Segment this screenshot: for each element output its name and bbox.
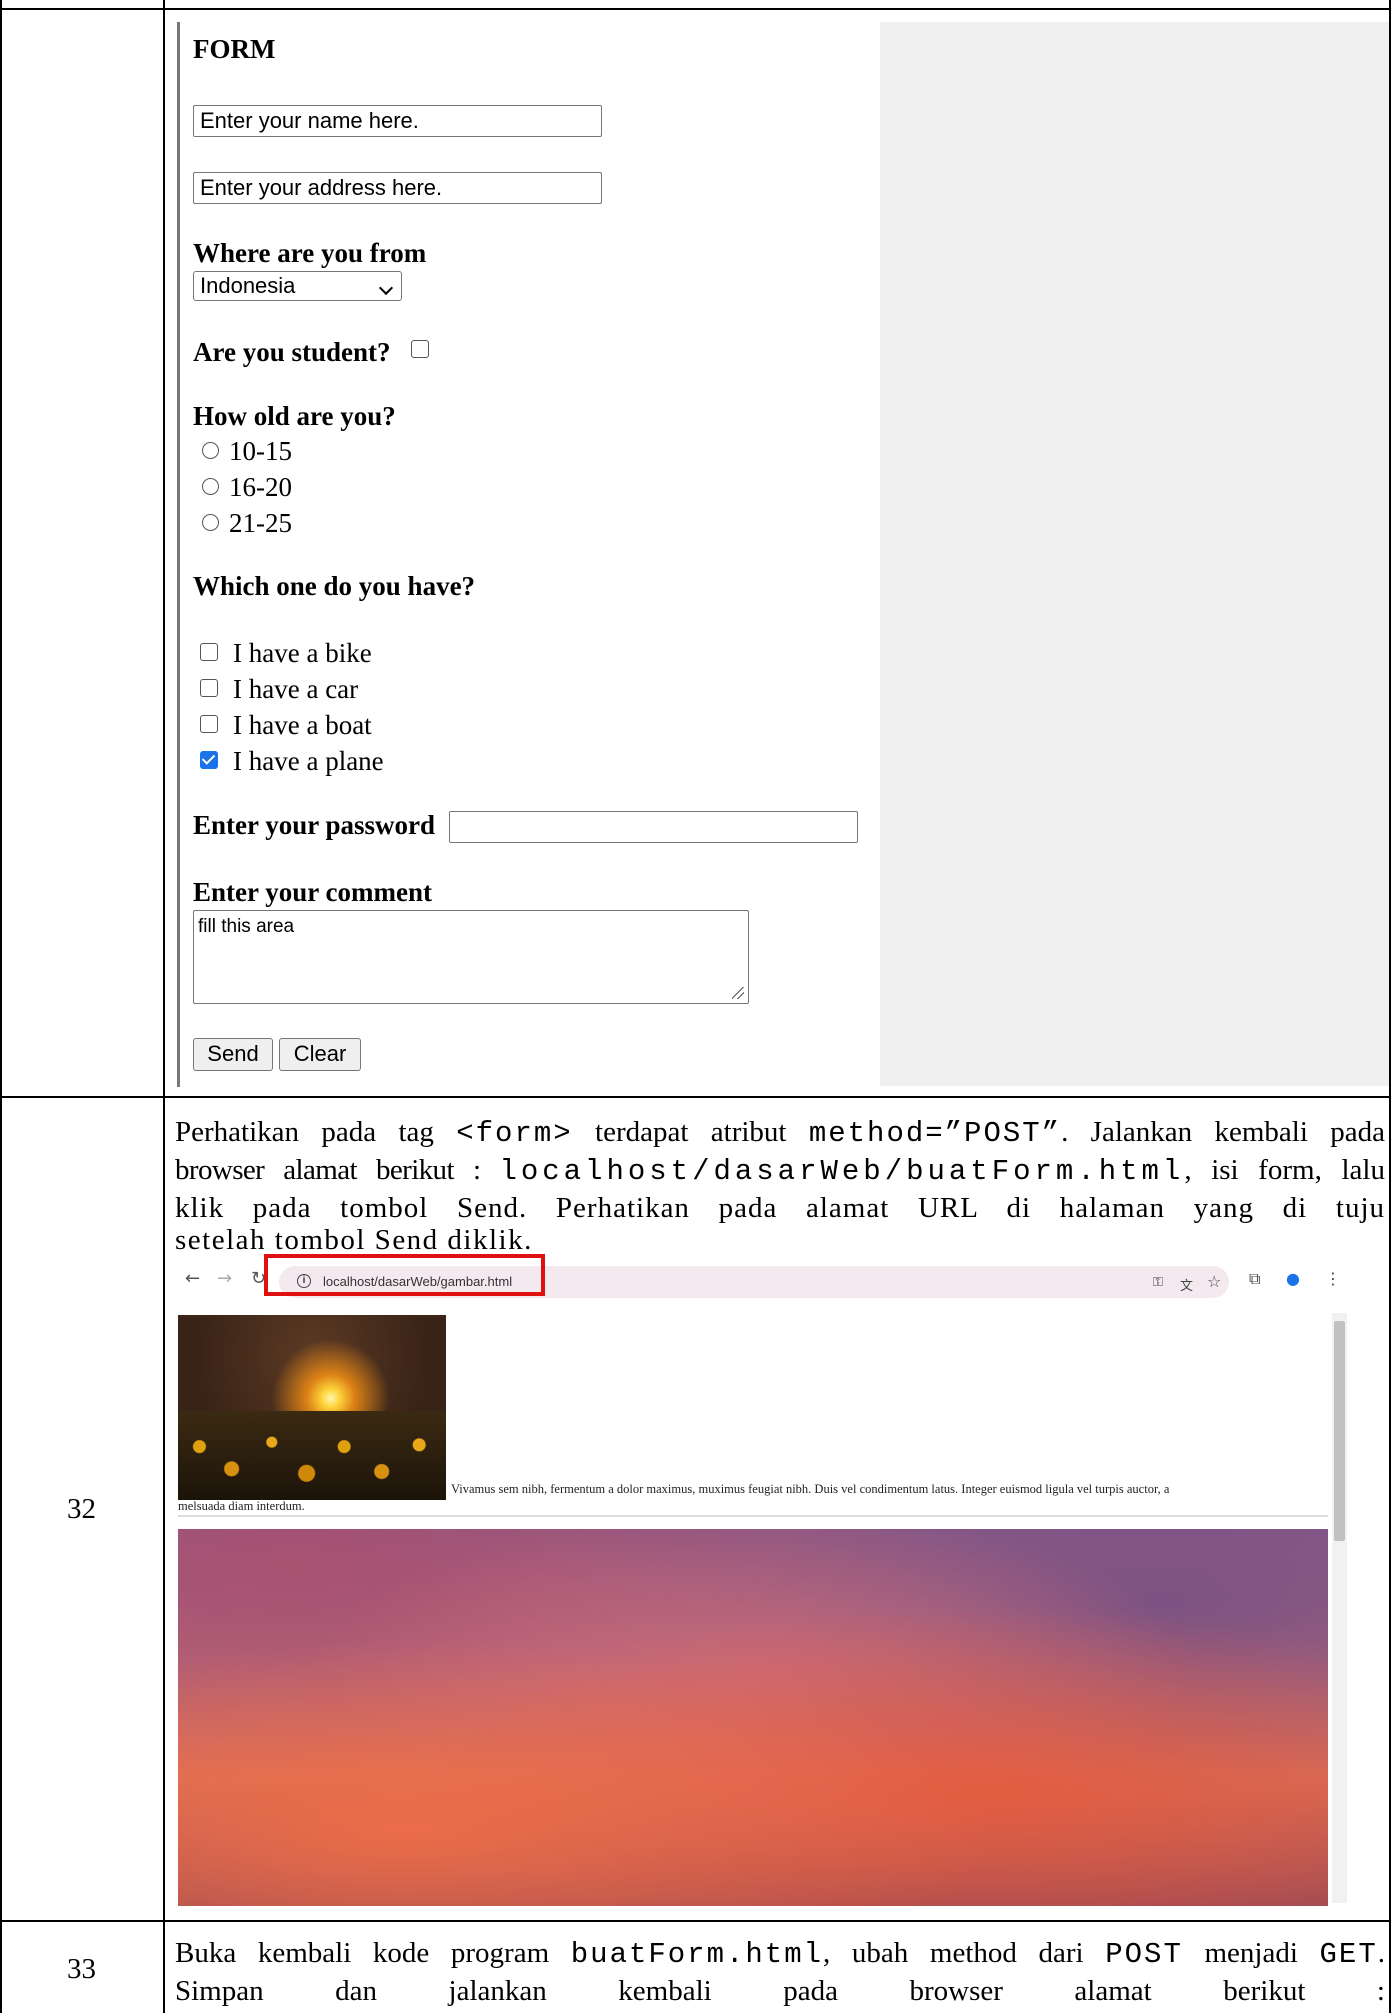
code-url: localhost/dasarWeb/buatForm.html xyxy=(499,1155,1185,1188)
scrollbar[interactable] xyxy=(1332,1313,1347,1903)
code-form-tag: <form> xyxy=(456,1117,573,1150)
word: pada xyxy=(783,1975,838,2007)
word: dan xyxy=(335,1975,378,2007)
car-label: I have a car xyxy=(233,674,359,704)
age-option-3: 21-25 xyxy=(229,508,292,538)
address-input[interactable]: Enter your address here. xyxy=(193,172,602,204)
comment-label: Enter your comment xyxy=(193,877,432,907)
vehicle-label: Which one do you have? xyxy=(193,571,476,601)
code-get: GET xyxy=(1319,1938,1378,1971)
comment-value: fill this area xyxy=(198,916,295,937)
table-row-divider-2 xyxy=(0,1920,1391,1922)
form-title: FORM xyxy=(193,34,276,64)
sunflower-image xyxy=(178,1315,446,1500)
plane-checkbox[interactable] xyxy=(200,751,218,769)
plane-label: I have a plane xyxy=(233,746,384,776)
text-span: , isi form, lalu xyxy=(1184,1154,1385,1186)
bike-label: I have a bike xyxy=(233,638,372,668)
name-input[interactable]: Enter your name here. xyxy=(193,105,602,137)
row-32-line-1: Perhatikan pada tag <form> terdapat atri… xyxy=(175,1113,1385,1153)
chevron-down-icon xyxy=(378,280,394,296)
screenshot-gray-panel xyxy=(880,22,1389,1086)
sunset-sky-image xyxy=(178,1529,1328,1906)
table-row-divider-1 xyxy=(0,1096,1391,1098)
comment-textarea[interactable]: fill this area xyxy=(193,910,749,1004)
text-span: Buka kembali kode program xyxy=(175,1937,571,1969)
row-32-line-3: klik pada tombol Send. Perhatikan pada a… xyxy=(175,1192,1385,1224)
text-span: . xyxy=(1377,1937,1385,1969)
age-option-2: 16-20 xyxy=(229,472,292,502)
image-caption-line-2: melsuada diam interdum. xyxy=(178,1499,305,1513)
scrollbar-thumb[interactable] xyxy=(1334,1321,1345,1541)
horizontal-rule xyxy=(178,1515,1328,1517)
age-radio-2[interactable] xyxy=(202,478,219,495)
word: jalankan xyxy=(448,1975,547,2007)
word: kembali xyxy=(618,1975,712,2007)
row-number-33: 33 xyxy=(67,1953,96,1985)
student-checkbox[interactable] xyxy=(411,340,429,358)
url-highlight-box xyxy=(264,1254,545,1296)
translate-icon[interactable]: 文 xyxy=(1180,1275,1193,1294)
text-span: Perhatikan pada tag xyxy=(175,1116,457,1148)
table-border-left xyxy=(0,0,2,2013)
age-option-1: 10-15 xyxy=(229,436,292,466)
country-label: Where are you from xyxy=(193,238,427,268)
country-select-value: Indonesia xyxy=(200,273,296,298)
row-33-line-2: Simpan dan jalankan kembali pada browser… xyxy=(175,1972,1385,2010)
row-number-32: 32 xyxy=(67,1493,96,1525)
key-icon[interactable]: ⚿ xyxy=(1153,1275,1163,1290)
text-span: terdapat atribut xyxy=(572,1116,809,1148)
text-span: menjadi xyxy=(1182,1937,1320,1969)
word: : xyxy=(1376,1975,1385,2007)
star-icon[interactable]: ☆ xyxy=(1207,1272,1221,1291)
word: Simpan xyxy=(175,1975,264,2007)
password-label: Enter your password xyxy=(193,810,436,840)
text-span: . Jalankan kembali pada xyxy=(1061,1116,1386,1148)
word: alamat xyxy=(1074,1975,1152,2007)
screenshot-left-rule xyxy=(177,22,180,1087)
student-label: Are you student? xyxy=(193,337,391,367)
country-select[interactable]: Indonesia xyxy=(193,271,402,301)
age-radio-1[interactable] xyxy=(202,442,219,459)
text-span: , ubah method dari xyxy=(823,1937,1106,1969)
age-label: How old are you? xyxy=(193,401,396,431)
code-method-post: method=”POST” xyxy=(808,1117,1062,1150)
car-checkbox[interactable] xyxy=(200,679,218,697)
menu-dots-icon[interactable]: ⋮ xyxy=(1325,1269,1341,1288)
image-caption-line-1: Vivamus sem nibh, fermentum a dolor maxi… xyxy=(451,1482,1170,1496)
bike-checkbox[interactable] xyxy=(200,643,218,661)
text-span: browser alamat berikut : xyxy=(175,1154,500,1186)
word: browser xyxy=(909,1975,1003,2007)
table-column-divider xyxy=(163,0,165,2013)
word: berikut xyxy=(1223,1975,1306,2007)
age-radio-3[interactable] xyxy=(202,514,219,531)
back-arrow-icon[interactable]: ← xyxy=(185,1268,200,1289)
boat-checkbox[interactable] xyxy=(200,715,218,733)
row-32-line-2: browser alamat berikut : localhost/dasar… xyxy=(175,1151,1385,1191)
row-32-line-4: setelah tombol Send diklik. xyxy=(175,1224,533,1256)
send-button[interactable]: Send xyxy=(193,1038,273,1071)
clear-button[interactable]: Clear xyxy=(279,1038,361,1071)
browser-screenshot: ← → ↻ i localhost/dasarWeb/gambar.html ⚿… xyxy=(175,1261,1355,1906)
boat-label: I have a boat xyxy=(233,710,372,740)
code-filename: buatForm.html xyxy=(570,1938,824,1971)
resize-grip-icon[interactable] xyxy=(732,987,744,999)
password-input[interactable] xyxy=(449,811,858,843)
row-33-line-1: Buka kembali kode program buatForm.html,… xyxy=(175,1934,1385,1974)
extensions-icon[interactable]: ⧉ xyxy=(1249,1269,1260,1289)
profile-icon[interactable]: ● xyxy=(1286,1269,1300,1288)
code-post: POST xyxy=(1105,1938,1183,1971)
forward-arrow-icon[interactable]: → xyxy=(217,1268,232,1289)
form-screenshot: FORM Enter your name here. Enter your ad… xyxy=(192,0,882,1090)
